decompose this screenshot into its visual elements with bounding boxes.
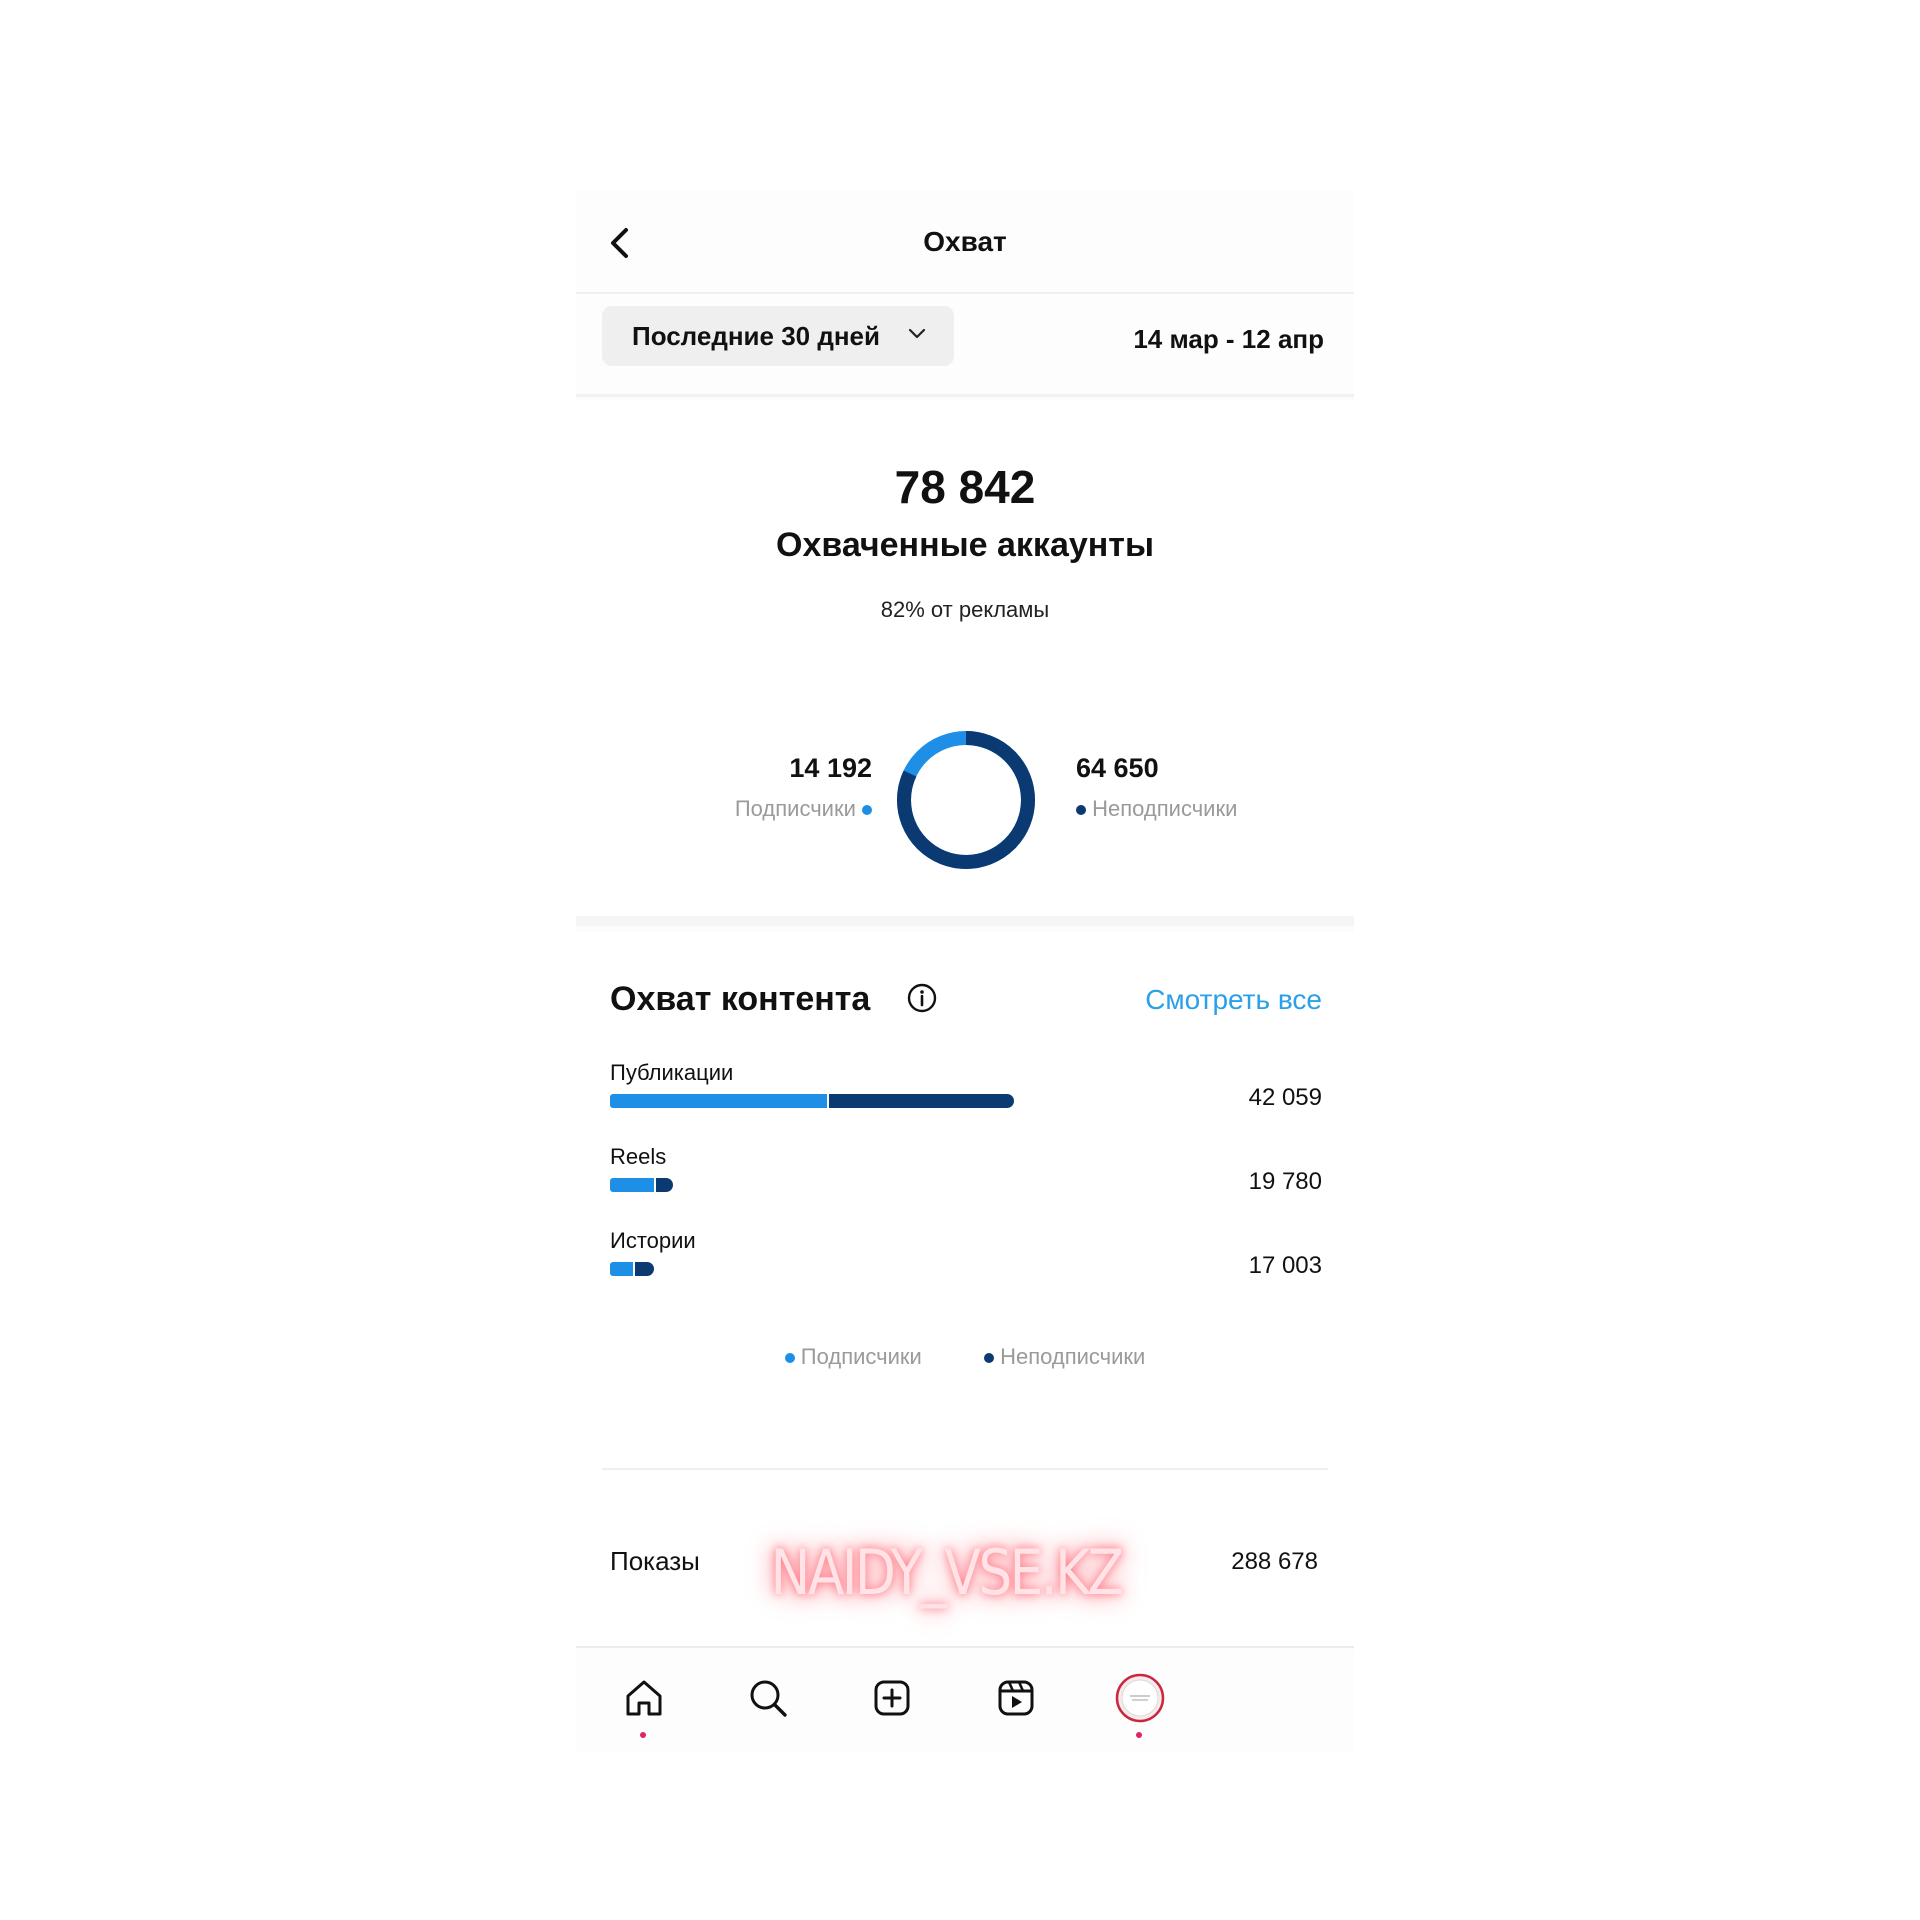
period-label: Последние 30 дней — [632, 321, 880, 351]
followers-stat: 14 192 Подписчики — [735, 753, 872, 822]
impressions-label: Показы — [610, 1546, 700, 1576]
bar-followers-segment — [610, 1094, 827, 1108]
top-bar: Охват — [576, 190, 1354, 294]
ads-share-note: 82% от рекламы — [880, 597, 1050, 622]
row-bar — [610, 1094, 1014, 1108]
phone-screen: Охват Последние 30 дней 14 мар - 12 апр … — [576, 190, 1354, 1752]
content-reach-section: Охват контента Смотреть все Публикации 4… — [576, 932, 1354, 1526]
watermark-text: NAIDY_VSE.KZ — [770, 1536, 1125, 1609]
row-value: 17 003 — [1248, 1252, 1322, 1279]
nav-add-post[interactable] — [866, 1672, 918, 1724]
see-all-link[interactable]: Смотреть все — [1145, 984, 1322, 1016]
chevron-down-icon — [908, 328, 926, 339]
content-row-stories: Истории 17 003 — [610, 1228, 1322, 1288]
bar-followers-segment — [610, 1178, 654, 1192]
accounts-reached-count: 78 842 — [894, 461, 1036, 513]
period-dropdown[interactable]: Последние 30 дней — [602, 306, 954, 366]
home-icon — [626, 1680, 662, 1716]
profile-avatar — [1115, 1673, 1165, 1723]
content-row-posts: Публикации 42 059 — [610, 1060, 1322, 1120]
nav-profile[interactable] — [1114, 1672, 1166, 1738]
page-title: Охват — [923, 226, 1007, 257]
legend-nonfollowers: Неподписчики — [983, 1344, 1146, 1370]
nav-reels[interactable] — [990, 1672, 1042, 1724]
bar-nonfollowers-segment — [656, 1178, 673, 1192]
followers-donut-chart — [897, 731, 1035, 869]
notification-dot — [1136, 1732, 1142, 1738]
row-label: Публикации — [610, 1060, 734, 1085]
reels-icon — [998, 1680, 1034, 1716]
followers-count: 14 192 — [789, 753, 872, 783]
content-row-reels: Reels 19 780 — [610, 1144, 1322, 1204]
bar-nonfollowers-segment — [829, 1094, 1014, 1108]
legend-label: Подписчики — [800, 1344, 922, 1369]
nav-home[interactable] — [618, 1672, 670, 1738]
nav-search[interactable] — [742, 1672, 794, 1724]
reach-summary-card: 78 842 Охваченные аккаунты 82% от реклам… — [576, 400, 1354, 926]
search-icon — [750, 1680, 787, 1717]
row-bar — [610, 1178, 673, 1192]
date-range: 14 мар - 12 апр — [1133, 324, 1324, 354]
info-icon[interactable] — [906, 982, 938, 1014]
row-label: Истории — [610, 1228, 696, 1253]
bottom-nav — [576, 1650, 1354, 1752]
row-value: 19 780 — [1248, 1168, 1322, 1195]
notification-dot — [640, 1732, 646, 1738]
nonfollowers-dot — [1076, 805, 1086, 816]
accounts-reached-label: Охваченные аккаунты — [776, 526, 1154, 564]
row-value: 42 059 — [1248, 1084, 1322, 1111]
legend-label: Неподписчики — [1000, 1344, 1146, 1369]
impressions-row[interactable]: Показы 288 678 NAIDY_VSE.KZ — [576, 1526, 1354, 1648]
nonfollowers-stat: 64 650 Неподписчики — [1076, 753, 1237, 822]
nonfollowers-count: 64 650 — [1076, 753, 1159, 783]
followers-label: Подписчики — [734, 796, 856, 821]
bar-followers-segment — [610, 1262, 633, 1276]
section-title: Охват контента — [610, 980, 871, 1018]
legend-dot — [983, 1353, 994, 1364]
impressions-value: 288 678 — [1231, 1548, 1318, 1575]
chart-legend: Подписчики Неподписчики — [576, 1344, 1354, 1370]
divider — [602, 1468, 1328, 1470]
legend-dot — [784, 1353, 795, 1364]
followers-dot — [862, 805, 872, 816]
row-bar — [610, 1262, 654, 1276]
nonfollowers-label: Неподписчики — [1092, 796, 1238, 821]
legend-followers: Подписчики — [784, 1344, 922, 1370]
bar-nonfollowers-segment — [635, 1262, 654, 1276]
row-label: Reels — [610, 1144, 667, 1169]
filter-row: Последние 30 дней 14 мар - 12 апр — [576, 294, 1354, 397]
add-post-icon — [874, 1680, 910, 1716]
